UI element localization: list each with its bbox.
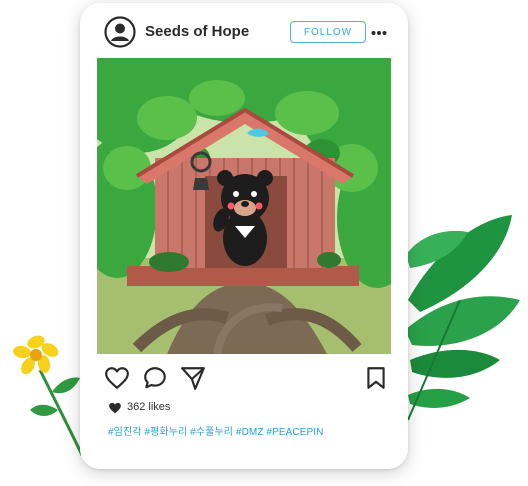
treehouse-illustration xyxy=(97,58,391,354)
post-card: Seeds of Hope FOLLOW 362 likes #임진각 #평화누… xyxy=(80,3,408,469)
leaf-cluster-right xyxy=(405,215,520,421)
illustration-scene: Seeds of Hope FOLLOW 362 likes #임진각 #평화누… xyxy=(0,0,528,486)
post-image[interactable] xyxy=(97,58,391,354)
likes-count[interactable]: 362 likes xyxy=(127,401,170,413)
user-circle-icon[interactable] xyxy=(104,16,136,48)
post-actions xyxy=(80,365,408,393)
flower xyxy=(13,335,84,456)
more-horizontal-icon[interactable] xyxy=(371,25,387,41)
follow-button[interactable]: FOLLOW xyxy=(290,21,366,43)
likes-row: 362 likes xyxy=(108,399,170,415)
heart-outline-icon[interactable] xyxy=(104,365,130,391)
bookmark-icon[interactable] xyxy=(363,365,389,391)
paper-plane-icon[interactable] xyxy=(180,365,206,391)
hashtags[interactable]: #임진각 #평화누리 #수풀누리 #DMZ #PEACEPIN xyxy=(108,423,323,438)
post-header: Seeds of Hope FOLLOW xyxy=(80,3,408,59)
username[interactable]: Seeds of Hope xyxy=(145,23,249,40)
speech-bubble-icon[interactable] xyxy=(142,365,168,391)
heart-filled-icon xyxy=(109,402,121,413)
